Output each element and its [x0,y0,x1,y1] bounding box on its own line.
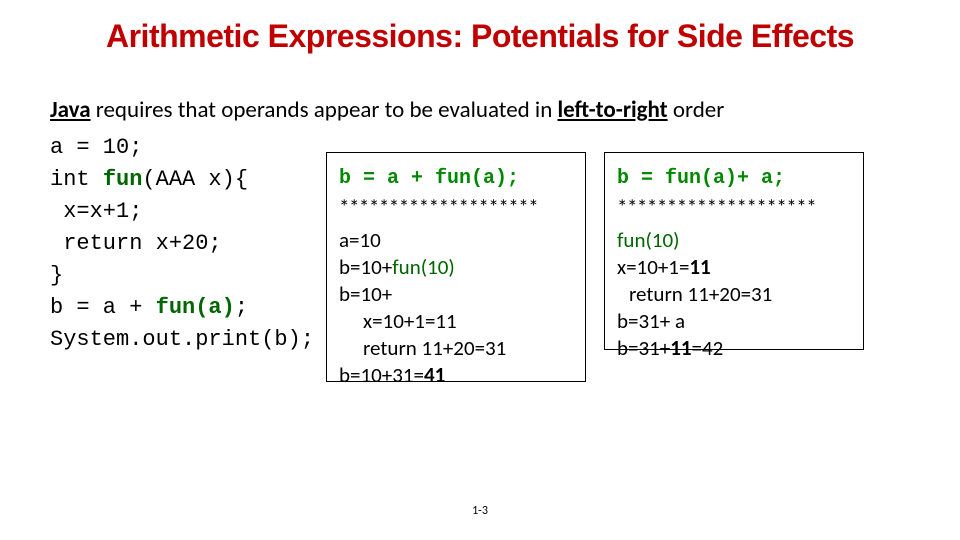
box1-stars: ******************** [339,194,575,221]
box1-code: b = a + fun(a); [339,165,575,192]
intro-end: order [668,96,725,124]
code-l5: } [50,263,63,288]
b2-t3: return 11+20=31 [617,281,853,308]
intro-text: Java requires that operands appear to be… [50,96,724,124]
trace-box-right: b = fun(a)+ a; ******************** fun(… [604,152,864,350]
b1-t2b: fun(10) [392,254,455,280]
b2-t4: b=31+ a [617,308,685,334]
code-l6b: ; [235,295,248,320]
code-l6-fn: fun(a) [156,295,235,320]
box2-trace: fun(10) x=10+1=11 return 11+20=31 b=31+ … [617,227,853,362]
code-l6a: b = a + [50,295,156,320]
code-l2a: int [50,167,103,192]
b1-t3: b=10+ [339,281,392,307]
code-listing: a = 10; int fun(AAA x){ x=x+1; return x+… [50,132,314,356]
code-l2b: (AAA x){ [142,167,248,192]
b1-t2a: b=10+ [339,254,392,280]
java-word: Java [50,96,91,124]
code-l3: x=x+1; [50,199,142,224]
b1-t4: x=10+1=11 [339,308,575,335]
b2-t5b: 11 [670,335,691,361]
b2-t1: fun(10) [617,227,680,253]
box1-trace: a=10 b=10+fun(10) b=10+ x=10+1=11 return… [339,227,575,389]
box2-code: b = fun(a)+ a; [617,165,853,192]
code-l7: System.out.print(b); [50,327,314,352]
box2-stars: ******************** [617,194,853,221]
trace-box-left: b = a + fun(a); ******************** a=1… [326,152,586,382]
b2-t2b: 11 [689,254,710,280]
b1-t5: return 11+20=31 [339,335,575,362]
b1-t6b: 41 [424,362,445,388]
code-l4: return x+20; [50,231,222,256]
intro-mid: requires that operands appear to be eval… [91,96,558,124]
b2-t2a: x=10+1= [617,254,689,280]
b1-t6a: b=10+31= [339,362,424,388]
page-number: 1-3 [0,504,960,518]
left-to-right: left-to-right [558,96,668,124]
code-l2-fn: fun [103,167,143,192]
code-l1: a = 10; [50,135,142,160]
slide-title: Arithmetic Expressions: Potentials for S… [0,0,960,55]
b2-t5c: =42 [692,335,724,361]
b2-t5a: b=31+ [617,335,670,361]
b1-t1: a=10 [339,227,381,253]
